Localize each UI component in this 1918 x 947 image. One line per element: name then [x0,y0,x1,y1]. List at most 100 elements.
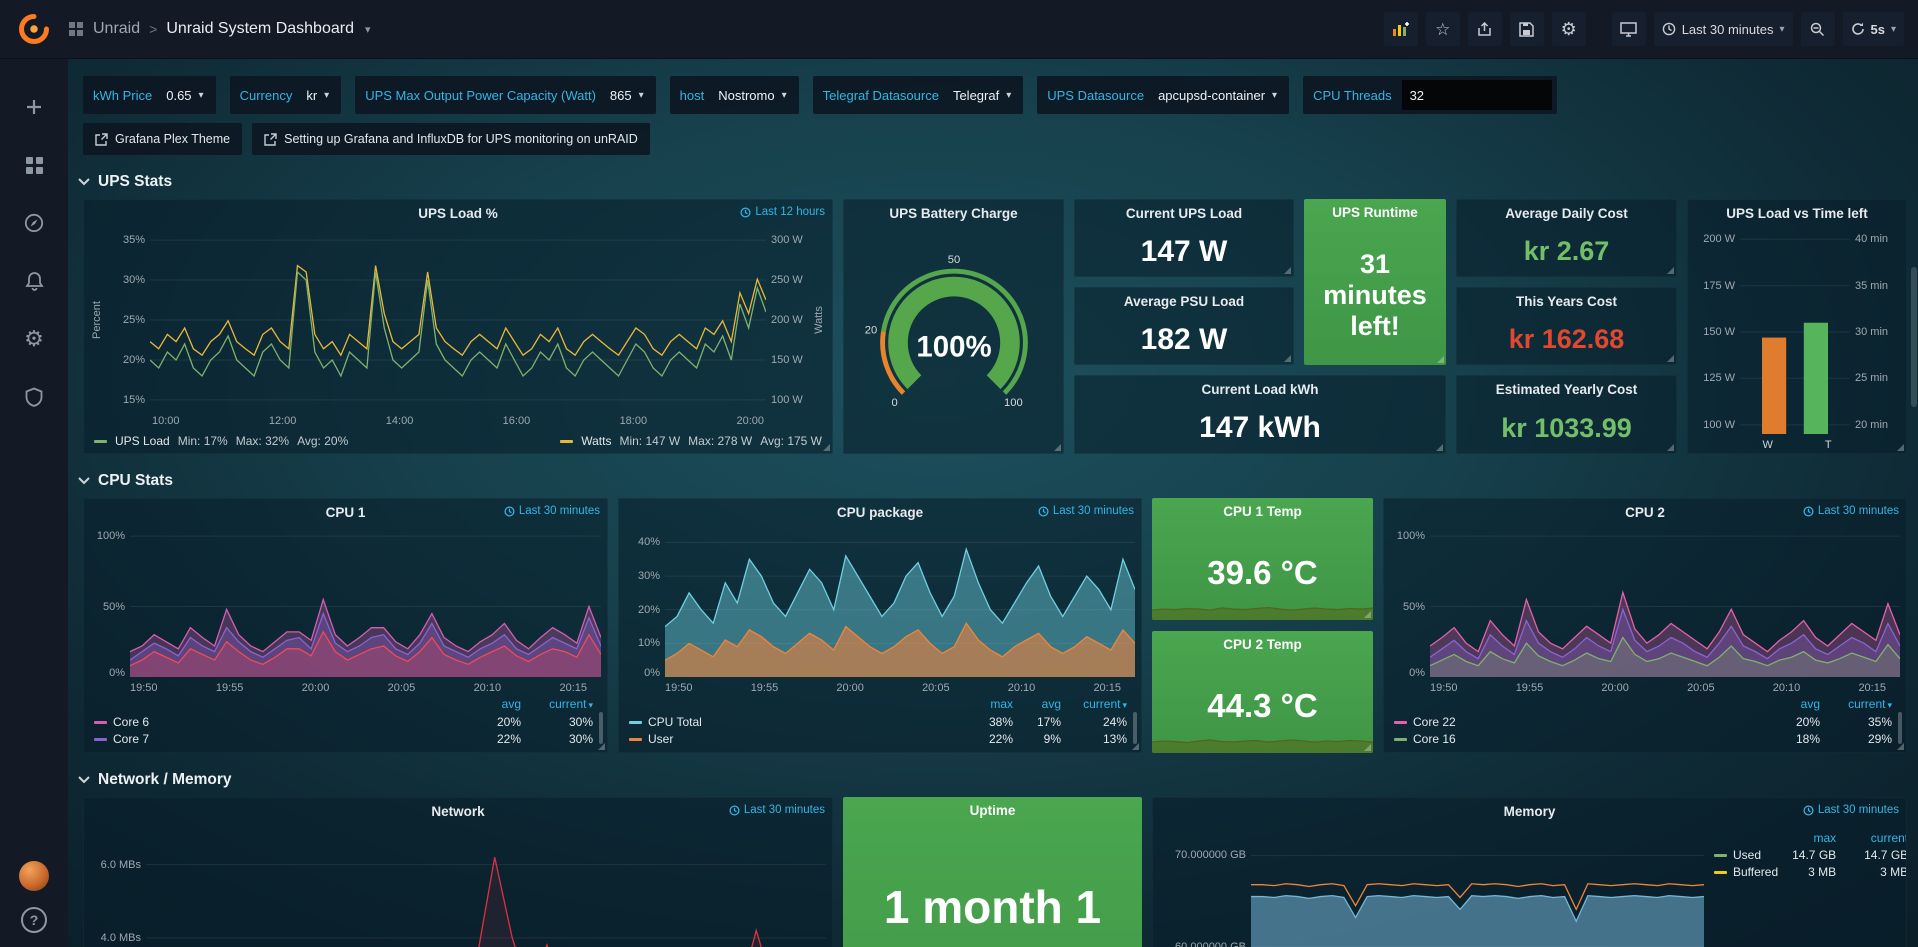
variable-label: host [670,88,715,103]
cycle-view-mode-button[interactable] [1612,12,1646,46]
page-scrollbar[interactable] [1911,62,1917,944]
legend-series[interactable]: Core 6 [94,714,463,731]
sidebar-item-alerting[interactable] [12,259,56,303]
add-panel-button[interactable] [1384,12,1418,46]
section-network-memory[interactable]: Network / Memory [78,771,1918,789]
battery-gauge: 02050100100% [844,227,1063,453]
legend-col-avg[interactable]: avg [1762,696,1820,714]
panel-title[interactable]: UPS Load % [418,206,498,221]
axis-tick-label: 20:00 [836,682,864,694]
ups-load-chart[interactable] [150,230,766,410]
panel-title[interactable]: Memory [1504,804,1556,819]
legend-series[interactable]: Buffered [1714,864,1778,881]
star-button[interactable]: ☆ [1426,12,1460,46]
svg-text:20: 20 [864,325,876,337]
apps-grid-icon[interactable] [68,21,84,37]
user-avatar[interactable] [19,861,49,891]
grafana-logo[interactable] [0,14,68,44]
legend-scrollbar[interactable] [1898,712,1902,744]
ups-vs-time-chart[interactable] [1740,230,1850,434]
section-cpu-stats[interactable]: CPU Stats [78,472,1918,490]
sidebar-item-create[interactable] [12,85,56,129]
variable-value-dropdown[interactable]: 0.65▾ [162,88,215,103]
legend-col-current[interactable]: current▾ [521,696,593,714]
panel-title[interactable]: Uptime [970,803,1016,818]
breadcrumb-dashboard-title[interactable]: Unraid System Dashboard [166,20,354,38]
clock-icon [1803,805,1814,816]
refresh-button[interactable]: 5s ▾ [1843,12,1905,46]
panel-title[interactable]: Average PSU Load [1124,294,1244,309]
variable-value-dropdown[interactable]: 865▾ [606,88,656,103]
legend-series-name[interactable]: Watts [581,434,611,448]
sidebar-item-server-admin[interactable] [12,375,56,419]
sidebar-item-dashboards[interactable] [12,143,56,187]
section-ups-stats[interactable]: UPS Stats [78,173,1918,191]
panel-title[interactable]: UPS Battery Charge [889,206,1017,221]
breadcrumb-folder[interactable]: Unraid [93,20,140,38]
legend-col-current[interactable]: current [1836,830,1907,847]
panel-network: Network Last 30 minutes 6.0 MBs4.0 MBs2.… [83,797,833,947]
network-chart[interactable] [146,828,826,947]
panel-title[interactable]: UPS Load vs Time left [1726,206,1868,221]
panel-title[interactable]: CPU 2 Temp [1223,637,1302,652]
legend-series[interactable]: Core 16 [1394,731,1762,748]
panel-title[interactable]: Current Load kWh [1202,382,1319,397]
legend-series[interactable]: CPU Total [629,714,965,731]
legend-col-max[interactable]: max [1778,830,1836,847]
variable-value-dropdown[interactable]: kr▾ [302,88,341,103]
axis-tick-label: 40 min [1855,233,1888,245]
variable-value-dropdown[interactable]: Nostromo▾ [714,88,798,103]
cpu-package-chart[interactable] [665,529,1135,677]
help-button[interactable]: ? [21,907,47,933]
save-button[interactable] [1510,12,1544,46]
panel-title[interactable]: Current UPS Load [1126,206,1242,221]
cpu-threads-input[interactable] [1402,80,1552,110]
legend-table: max current Used 14.7 GB 14.7 GB Buffere… [1704,828,1900,947]
legend-scrollbar[interactable] [599,712,603,744]
panel-title[interactable]: Network [431,804,484,819]
axis-tick-label: 20:10 [1008,682,1036,694]
cpu2-chart[interactable] [1430,529,1900,677]
panel-title[interactable]: CPU 1 Temp [1223,504,1302,519]
legend-col-avg[interactable]: avg [463,696,521,714]
sidebar-item-explore[interactable] [12,201,56,245]
link-grafana-plex-theme[interactable]: Grafana Plex Theme [83,123,242,155]
legend-series-name[interactable]: UPS Load [115,434,170,448]
legend-series[interactable]: Core 22 [1394,714,1762,731]
panel-title[interactable]: CPU package [837,505,923,520]
panel-title[interactable]: CPU 2 [1625,505,1665,520]
panel-title[interactable]: UPS Runtime [1332,205,1418,220]
legend-series[interactable]: Core 7 [94,731,463,748]
stat-value: 44.3 °C [1152,658,1373,753]
panel-title[interactable]: CPU 1 [326,505,366,520]
share-button[interactable] [1468,12,1502,46]
panel-title[interactable]: This Years Cost [1516,294,1617,309]
legend-max: Max: 32% [236,434,289,448]
variable-value-dropdown[interactable]: apcupsd-container▾ [1154,88,1289,103]
dashboard-settings-button[interactable]: ⚙ [1552,12,1586,46]
refresh-caret[interactable]: ▾ [1891,24,1896,35]
legend-series[interactable]: Used [1714,847,1778,864]
panel-title[interactable]: Average Daily Cost [1505,206,1628,221]
legend-scrollbar[interactable] [1133,712,1137,744]
variable-value-dropdown[interactable]: Telegraf▾ [949,88,1023,103]
legend-series[interactable]: User [629,731,965,748]
scrollbar-thumb[interactable] [1911,267,1917,407]
axis-tick-label: 6.0 MBs [101,859,141,871]
legend-col-max[interactable]: max [965,696,1013,714]
legend-col-current[interactable]: current▾ [1061,696,1127,714]
legend-table: max avg current▾ CPU Total 38% 17% 24% U… [619,696,1141,752]
stat-value: 1 month 1 [843,880,1142,934]
legend-col-current[interactable]: current▾ [1820,696,1892,714]
dashboard-dropdown-caret[interactable]: ▾ [365,23,371,36]
link-ups-monitoring-guide[interactable]: Setting up Grafana and InfluxDB for UPS … [252,123,650,155]
cpu1-chart[interactable] [130,529,601,677]
legend-value: 14.7 GB [1836,847,1907,864]
panel-title[interactable]: Estimated Yearly Cost [1496,382,1638,397]
legend-value: 22% [965,731,1013,748]
sidebar-item-configuration[interactable]: ⚙ [12,317,56,361]
memory-chart[interactable] [1251,828,1704,947]
time-range-picker[interactable]: Last 30 minutes ▾ [1654,12,1793,46]
legend-col-avg[interactable]: avg [1013,696,1061,714]
zoom-out-button[interactable] [1801,12,1835,46]
